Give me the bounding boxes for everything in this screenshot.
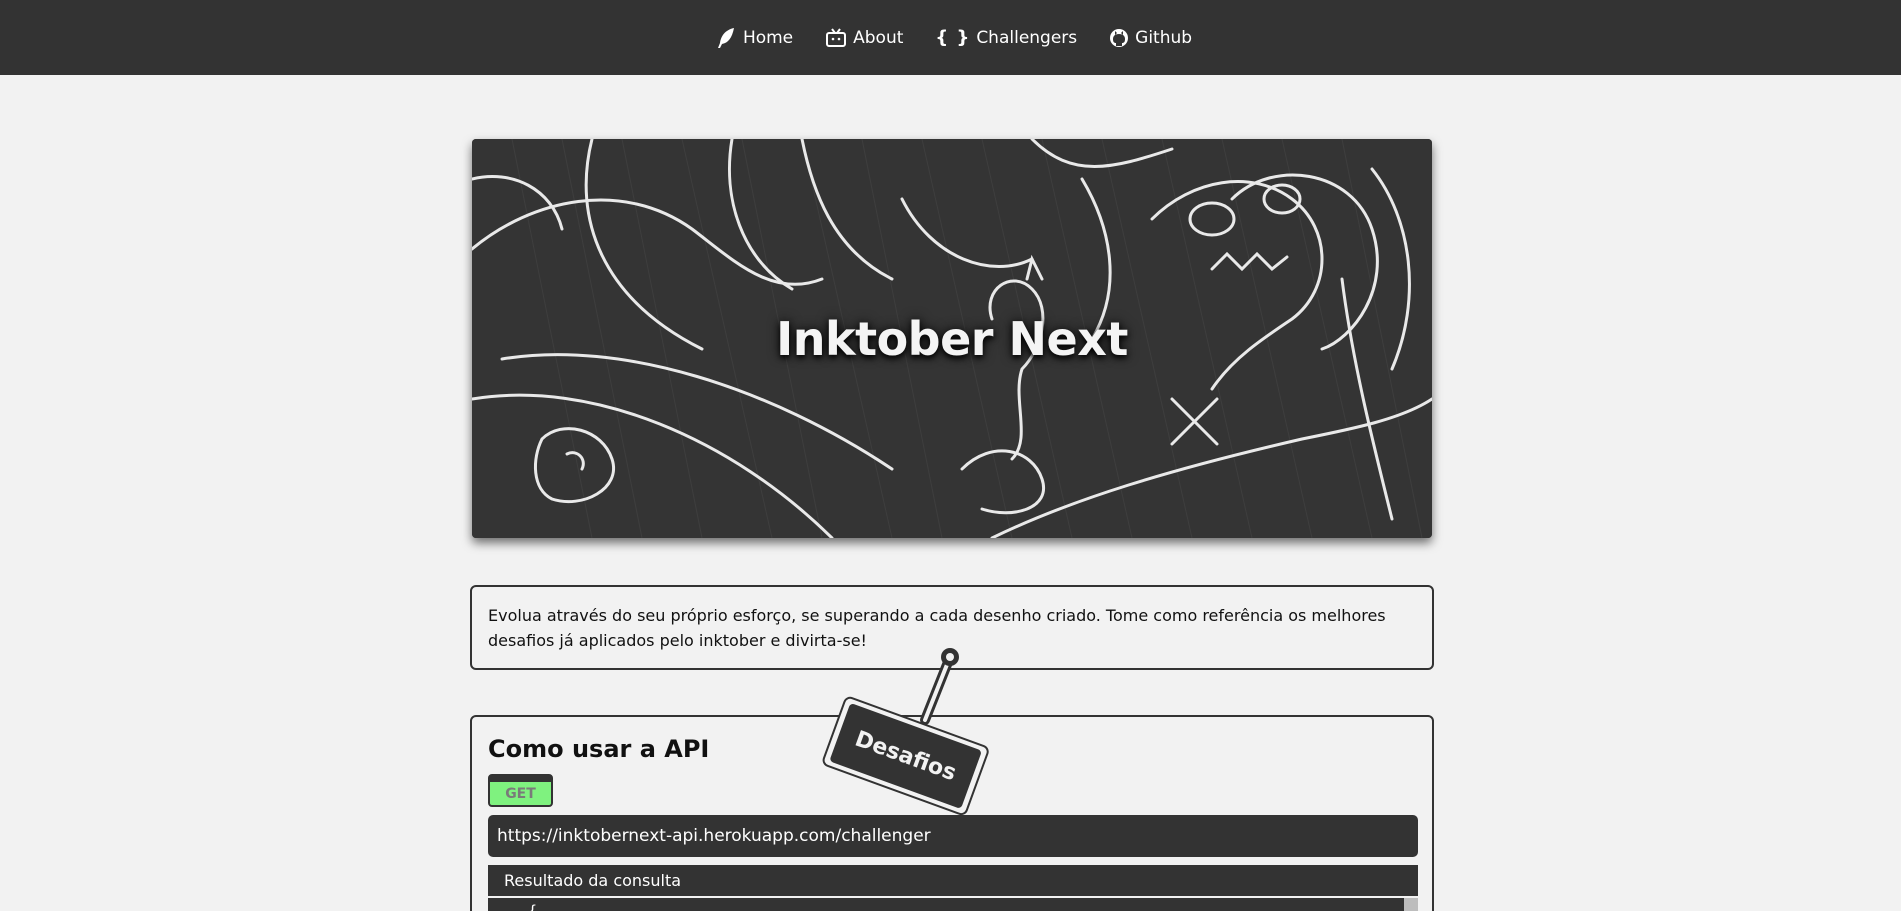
- result-scrollbar[interactable]: [1404, 898, 1418, 911]
- result-header: Resultado da consulta: [488, 865, 1418, 896]
- braces-icon: { }: [935, 27, 971, 48]
- nav-challengers-label: Challengers: [976, 27, 1078, 48]
- feather-icon: [717, 27, 737, 49]
- nav-home-label: Home: [742, 27, 794, 48]
- nav-github[interactable]: Github: [1109, 27, 1192, 49]
- hanging-tag[interactable]: Desafios: [810, 645, 1010, 825]
- nav-github-label: Github: [1135, 27, 1193, 48]
- main-nav: Home About { } Challengers Github: [717, 27, 1192, 49]
- top-navbar: Home About { } Challengers Github: [0, 0, 1901, 75]
- result-json-preview: {: [528, 902, 538, 911]
- http-method-badge: GET: [488, 774, 553, 807]
- tv-icon: [825, 27, 847, 48]
- nav-challengers[interactable]: { } Challengers: [935, 27, 1077, 49]
- banner-title: Inktober Next: [776, 311, 1128, 366]
- github-icon: [1109, 28, 1129, 48]
- nav-home[interactable]: Home: [717, 27, 793, 49]
- result-code-block[interactable]: {: [488, 898, 1418, 911]
- nav-about[interactable]: About: [825, 27, 903, 49]
- nav-about-label: About: [853, 27, 904, 48]
- hero-banner: Inktober Next: [472, 139, 1432, 538]
